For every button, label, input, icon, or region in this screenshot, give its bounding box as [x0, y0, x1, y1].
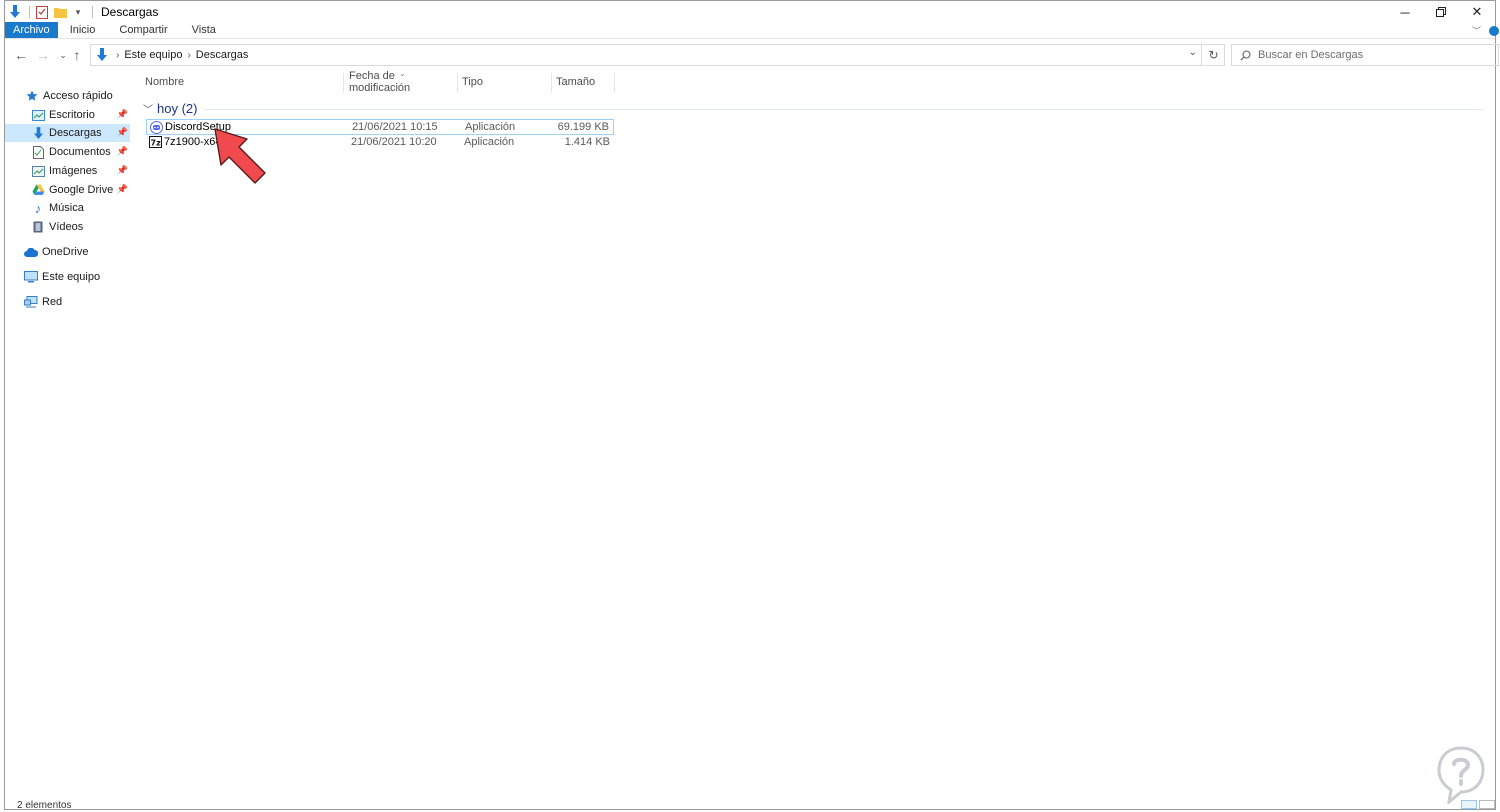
sidebar-item-quick-access[interactable]: Acceso rápido — [5, 87, 130, 105]
sidebar-item-red[interactable]: Red — [5, 293, 130, 311]
sidebar-item-label: Google Drive — [49, 184, 114, 196]
status-item-count: 2 elementos — [17, 800, 72, 811]
window-title: Descargas — [101, 5, 159, 19]
column-header-name[interactable]: Nombre — [145, 71, 343, 93]
sidebar-item-label: Vídeos — [49, 221, 84, 233]
search-icon — [1232, 49, 1258, 61]
sidebar-item-label: OneDrive — [42, 246, 89, 258]
pin-icon[interactable]: 📌 — [117, 165, 128, 176]
search-box[interactable]: Buscar en Descargas — [1231, 44, 1499, 66]
sidebar-item-documentos[interactable]: Documentos 📌 — [5, 143, 130, 161]
sidebar-item-label: Descargas — [49, 127, 102, 139]
back-arrow-icon[interactable]: ← — [13, 46, 29, 64]
sidebar-item-videos[interactable]: Vídeos — [5, 218, 130, 236]
forward-arrow-icon[interactable]: → — [35, 46, 51, 64]
title-bar: ▾ Descargas ─ ✕ — [5, 1, 1495, 23]
column-header-date[interactable]: Fecha de modificación — [349, 70, 457, 94]
file-date: 21/06/2021 10:20 — [351, 136, 437, 148]
properties-icon[interactable] — [34, 4, 50, 20]
file-size: 69.199 KB — [557, 121, 609, 133]
tab-inicio[interactable]: Inicio — [58, 22, 108, 38]
column-header-type[interactable]: Tipo — [462, 71, 550, 93]
minimize-button[interactable]: ─ — [1387, 1, 1423, 23]
file-size: 1.414 KB — [564, 136, 610, 148]
divider — [29, 6, 30, 18]
tab-archivo[interactable]: Archivo — [5, 22, 58, 38]
ribbon-tabs: Archivo Inicio Compartir Vista ﹀ — [5, 22, 1499, 39]
discord-icon — [150, 121, 163, 134]
watermark-logo — [1437, 746, 1485, 804]
search-input[interactable]: Buscar en Descargas — [1258, 49, 1363, 61]
sidebar-item-onedrive[interactable]: OneDrive — [5, 243, 130, 261]
group-label: hoy (2) — [157, 100, 198, 116]
quick-access-toolbar: ▾ Descargas — [5, 1, 158, 23]
sidebar-item-este-equipo[interactable]: Este equipo — [5, 268, 130, 286]
sidebar-item-musica[interactable]: ♪ Música — [5, 199, 130, 217]
up-arrow-icon[interactable]: ↑ — [69, 46, 85, 64]
refresh-button[interactable]: ↻ — [1203, 44, 1225, 66]
breadcrumb-este-equipo[interactable]: Este equipo — [124, 49, 182, 61]
pin-icon[interactable]: 📌 — [117, 127, 128, 138]
pin-icon[interactable]: 📌 — [117, 109, 128, 120]
download-arrow-icon — [31, 126, 45, 140]
chevron-right-icon[interactable]: › — [116, 50, 119, 61]
column-header-size[interactable]: Tamaño — [556, 71, 614, 93]
navigation-bar: ← → ⌄ ↑ › Este equipo › Descargas ⌄ ↻ Bu… — [5, 43, 1499, 67]
google-drive-icon — [31, 183, 45, 197]
pictures-icon — [31, 164, 45, 178]
star-icon — [25, 89, 39, 103]
chevron-right-icon[interactable]: › — [187, 50, 190, 61]
network-icon — [24, 295, 38, 309]
sidebar-item-google-drive[interactable]: Google Drive 📌 — [5, 181, 130, 199]
file-date: 21/06/2021 10:15 — [352, 121, 438, 133]
customize-toolbar-icon[interactable]: ▾ — [70, 4, 86, 20]
file-type: Aplicación — [465, 121, 516, 133]
breadcrumb-descargas[interactable]: Descargas — [196, 49, 249, 61]
pin-icon[interactable]: 📌 — [117, 184, 128, 195]
column-divider[interactable] — [614, 73, 615, 93]
sidebar-item-label: Escritorio — [49, 109, 95, 121]
tab-compartir[interactable]: Compartir — [107, 22, 179, 38]
column-divider[interactable] — [343, 73, 344, 93]
sidebar-item-escritorio[interactable]: Escritorio 📌 — [5, 106, 130, 124]
sidebar-item-label: Red — [42, 296, 63, 308]
divider — [92, 6, 93, 18]
music-note-icon: ♪ — [34, 200, 42, 216]
download-arrow-icon — [7, 4, 23, 20]
sidebar-item-imagenes[interactable]: Imágenes 📌 — [5, 162, 130, 180]
tab-vista[interactable]: Vista — [180, 22, 228, 38]
expand-ribbon-icon[interactable]: ﹀ — [1472, 24, 1481, 37]
sidebar-item-label: Imágenes — [49, 165, 98, 177]
new-folder-icon[interactable] — [52, 4, 68, 20]
sidebar-item-label: Documentos — [49, 146, 111, 158]
download-arrow-icon — [93, 48, 111, 62]
pin-icon[interactable]: 📌 — [117, 146, 128, 157]
column-divider[interactable] — [551, 73, 552, 93]
close-button[interactable]: ✕ — [1459, 1, 1495, 23]
explorer-window: ▾ Descargas ─ ✕ Archivo Inicio Compartir… — [4, 0, 1499, 811]
address-dropdown-icon[interactable]: ⌄ — [1189, 47, 1197, 58]
documents-icon — [31, 145, 45, 159]
desktop-icon — [31, 108, 45, 122]
sidebar-item-descargas[interactable]: Descargas 📌 — [5, 124, 130, 142]
window-controls: ─ ✕ — [1387, 1, 1495, 23]
group-header-today[interactable]: ﹀ hoy (2) — [143, 100, 1483, 116]
ribbon-right: ﹀ — [1472, 22, 1499, 39]
sidebar-item-label: Este equipo — [42, 271, 101, 283]
computer-icon — [24, 270, 38, 284]
file-type: Aplicación — [464, 136, 515, 148]
help-icon[interactable] — [1489, 25, 1499, 36]
restore-button[interactable] — [1423, 1, 1459, 23]
red-arrow-annotation-icon — [214, 128, 266, 184]
sidebar-item-label: Música — [49, 202, 84, 214]
address-bar[interactable]: › Este equipo › Descargas ⌄ — [90, 44, 1202, 66]
videos-icon — [31, 220, 45, 234]
svg-text:7z: 7z — [151, 139, 162, 148]
sidebar-item-label: Acceso rápido — [43, 90, 113, 102]
divider — [205, 108, 1483, 110]
column-divider[interactable] — [457, 73, 458, 93]
7zip-icon: 7z — [149, 136, 162, 149]
cloud-icon — [24, 245, 38, 259]
chevron-down-icon[interactable]: ﹀ — [143, 101, 153, 116]
